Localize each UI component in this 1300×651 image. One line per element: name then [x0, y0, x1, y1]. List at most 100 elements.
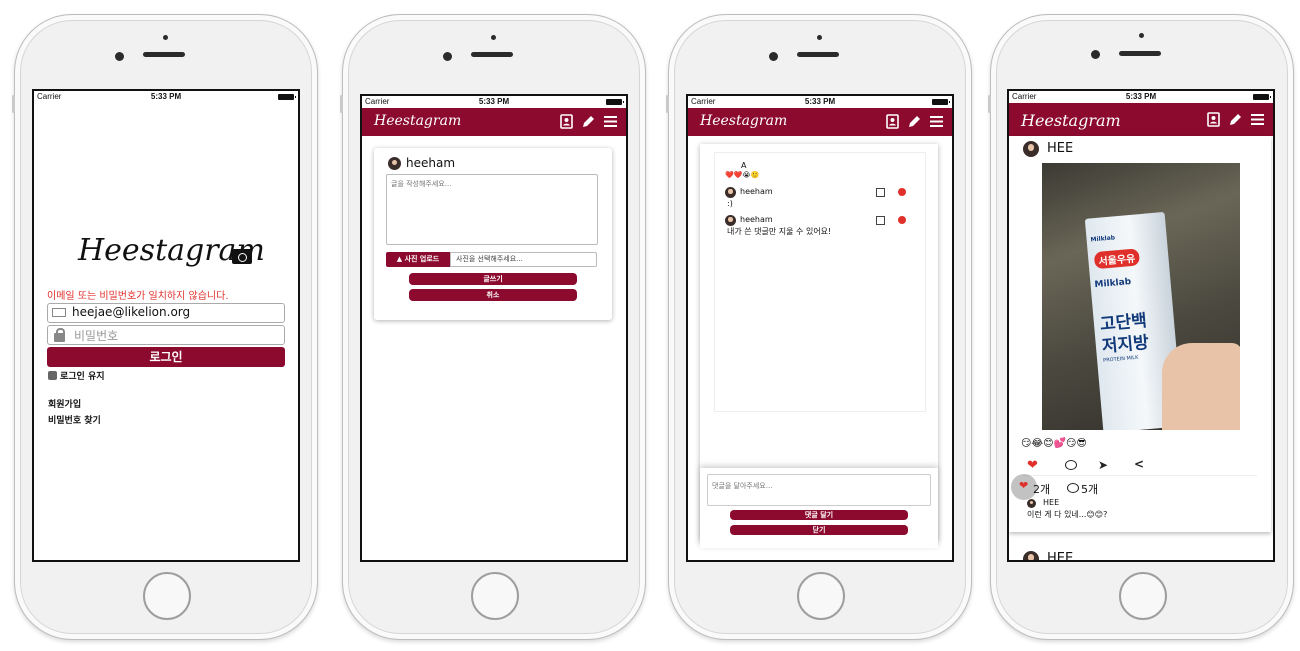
upload-button[interactable]: ▲ 사진 업로드 [386, 252, 450, 267]
speaker [1119, 51, 1161, 56]
edit-icon[interactable] [876, 188, 885, 197]
carton-brand-small: Milklab [1090, 234, 1116, 244]
find-password-link[interactable]: 비밀번호 찾기 [48, 413, 101, 426]
upload-button-label: 사진 업로드 [404, 255, 440, 263]
remember-label: 로그인 유지 [60, 372, 105, 382]
avatar [388, 157, 401, 170]
post-card: HEE Milklab 서울우유 Milklab 고단백 저지방 PROTEIN… [1009, 136, 1271, 532]
comments-count-icon[interactable] [1067, 483, 1079, 493]
battery-icon [278, 94, 296, 100]
comment-input[interactable]: 댓글을 달아주세요... [707, 474, 931, 506]
front-camera [443, 52, 452, 61]
home-button[interactable] [471, 572, 519, 620]
close-button[interactable]: 닫기 [730, 525, 908, 535]
time-label: 5:33 PM [150, 92, 182, 101]
home-button[interactable] [1119, 572, 1167, 620]
phone-feed: Carrier 5:33 PM Heestagram HEE Milklab 서… [988, 14, 1294, 640]
delete-icon[interactable] [898, 216, 906, 224]
status-bar: Carrier 5:33 PM [688, 96, 952, 108]
menu-icon[interactable] [603, 114, 618, 129]
pencil-icon[interactable] [581, 114, 596, 129]
divider [1023, 475, 1257, 476]
camera-icon [232, 249, 252, 264]
carton-brand-red: 서울우유 [1093, 248, 1140, 270]
error-message: 이메일 또는 비밀번호가 일치하지 않습니다. [47, 291, 229, 302]
contacts-icon[interactable] [559, 114, 574, 129]
avatar [1023, 141, 1039, 157]
menu-icon[interactable] [929, 114, 944, 129]
heart-icon[interactable]: ❤ [1027, 458, 1038, 473]
speaker [797, 52, 839, 57]
submit-comment-button[interactable]: 댓글 달기 [730, 510, 908, 520]
navbar: Heestagram [688, 108, 952, 136]
post-photo[interactable]: Milklab 서울우유 Milklab 고단백 저지방 PROTEIN MIL… [1042, 163, 1240, 430]
email-value: heejae@likelion.org [72, 305, 191, 319]
screen-write: Carrier 5:33 PM Heestagram heeham 글을 작성해… [360, 94, 628, 562]
edit-icon[interactable] [876, 216, 885, 225]
status-bar: Carrier 5:33 PM [362, 96, 626, 108]
speaker [471, 52, 513, 57]
battery-icon [606, 99, 624, 105]
pencil-icon[interactable] [1228, 112, 1243, 127]
contacts-icon[interactable] [885, 114, 900, 129]
hand [1162, 343, 1240, 430]
username: heeham [406, 156, 456, 170]
signup-link[interactable]: 회원가입 [48, 397, 81, 410]
comments-count[interactable]: 5개 [1081, 481, 1098, 497]
screen-comments: Carrier 5:33 PM Heestagram A ❤️❤️😭🙂 heeh… [686, 94, 954, 562]
password-field[interactable]: 비밀번호 [47, 325, 285, 345]
comment-text: :) [727, 199, 733, 208]
login-button[interactable]: 로그인 [47, 347, 285, 367]
like-count-icon[interactable]: ❤ [1019, 479, 1028, 492]
post-textarea[interactable]: 글을 작성해주세요... [386, 174, 598, 245]
menu-icon[interactable] [1250, 112, 1265, 127]
upload-placeholder: 사진을 선택해주세요... [456, 255, 523, 263]
like-count[interactable]: 2개 [1033, 481, 1050, 497]
screen-feed: Carrier 5:33 PM Heestagram HEE Milklab 서… [1007, 89, 1275, 562]
status-bar: Carrier 5:33 PM [1009, 91, 1273, 103]
avatar [725, 187, 736, 198]
post-emojis: ❤️❤️😭🙂 [725, 171, 760, 179]
comment-user: heeham [740, 215, 773, 224]
remember-checkbox[interactable] [48, 371, 57, 380]
delete-icon[interactable] [898, 188, 906, 196]
time-label: 5:33 PM [804, 97, 836, 106]
carton-product: Milklab [1094, 277, 1132, 291]
carton-big-text-2: 저지방 [1101, 332, 1150, 357]
comments-panel: A ❤️❤️😭🙂 heeham :) heeham 내가 쓴 댓글만 지울 수 … [714, 152, 926, 412]
home-button[interactable] [143, 572, 191, 620]
submit-post-button[interactable]: 글쓰기 [409, 273, 577, 285]
lock-shackle [56, 328, 65, 336]
share-icon[interactable]: < [1134, 457, 1144, 471]
textarea-placeholder: 글을 작성해주세요... [391, 180, 452, 188]
battery-icon [932, 99, 950, 105]
email-field[interactable]: heejae@likelion.org [47, 303, 285, 323]
front-camera [769, 52, 778, 61]
nav-logo[interactable]: Heestagram [700, 113, 787, 129]
time-label: 5:33 PM [1125, 92, 1157, 101]
cancel-button[interactable]: 취소 [409, 289, 577, 301]
speaker [143, 52, 185, 57]
comment-icon[interactable] [1065, 460, 1077, 470]
comment-input-placeholder: 댓글을 달아주세요... [712, 482, 773, 490]
upload-file-field[interactable]: 사진을 선택해주세요... [450, 252, 597, 267]
comment-user: heeham [740, 187, 773, 196]
password-placeholder: 비밀번호 [74, 329, 119, 343]
emoji-row: 😏😂😊💕😏😎 [1021, 438, 1087, 449]
avatar [1023, 551, 1039, 560]
contacts-icon[interactable] [1206, 112, 1221, 127]
post-username: HEE [1047, 141, 1074, 156]
comment-form: 댓글을 달아주세요... 댓글 달기 닫기 [700, 468, 938, 548]
home-button[interactable] [797, 572, 845, 620]
nav-logo[interactable]: Heestagram [374, 113, 461, 129]
send-icon[interactable]: ➤ [1098, 458, 1108, 472]
phone-login: Carrier 5:33 PM Heestagram 이메일 또는 비밀번호가 … [12, 14, 318, 640]
post-text: A [741, 161, 747, 170]
nav-logo[interactable]: Heestagram [1021, 111, 1121, 130]
write-card: heeham 글을 작성해주세요... ▲ 사진 업로드 사진을 선택해주세요.… [374, 148, 612, 320]
pencil-icon[interactable] [907, 114, 922, 129]
comment-user: HEE [1043, 498, 1060, 507]
user-upload-icon: ▲ [396, 255, 403, 263]
phone-write: Carrier 5:33 PM Heestagram heeham 글을 작성해… [340, 14, 646, 640]
navbar: Heestagram [362, 108, 626, 136]
